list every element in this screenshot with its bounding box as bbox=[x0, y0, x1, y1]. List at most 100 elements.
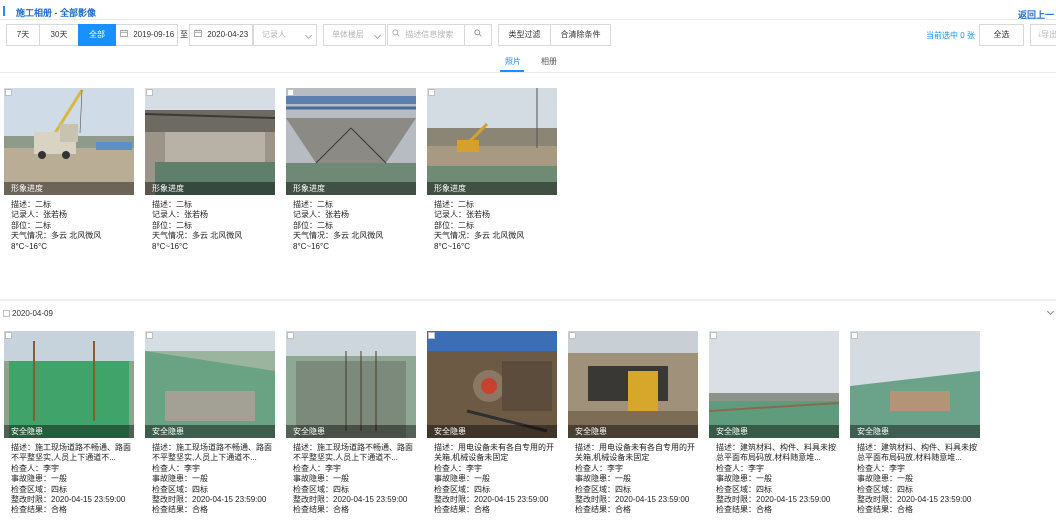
photo-hazard-level: 事故隐患：一般 bbox=[434, 474, 490, 484]
photo-thumbnail[interactable]: 安全隐患 bbox=[709, 331, 839, 438]
type-filter-button[interactable]: 类型过滤 bbox=[498, 24, 551, 46]
photo-description: 描述：用电设备未有各自专用的开关箱,机械设备未固定 bbox=[434, 443, 554, 463]
photo-thumbnail[interactable]: 安全隐患 bbox=[427, 331, 557, 438]
photo-recorder: 记录人：张若杨 bbox=[293, 210, 349, 220]
start-date-picker[interactable]: 2019-09-16 bbox=[116, 24, 178, 46]
photo-checkbox[interactable] bbox=[146, 89, 153, 96]
start-date-value: 2019-09-16 bbox=[133, 30, 175, 40]
photo-temperature: 8°C~16°C bbox=[152, 241, 188, 251]
photo-hazard-level: 事故隐患：一般 bbox=[152, 474, 208, 484]
photo-hazard-level: 事故隐患：一般 bbox=[716, 474, 772, 484]
tab-albums[interactable]: 相册 bbox=[541, 56, 557, 67]
photo-info: 描述：用电设备未有各自专用的开关箱,机械设备未固定 检查人：李宇 事故隐患：一般… bbox=[434, 443, 560, 516]
photo-category-tag: 形象进度 bbox=[145, 182, 275, 195]
photo-deadline: 整改时限：2020-04-15 23:59:00 bbox=[11, 495, 126, 505]
photo-checkbox[interactable] bbox=[428, 332, 435, 339]
search-input[interactable]: 描述信息搜索 bbox=[387, 24, 465, 46]
back-link[interactable]: 返回上一 bbox=[1018, 8, 1054, 21]
group-checkbox[interactable] bbox=[3, 310, 10, 317]
photo-deadline: 整改时限：2020-04-15 23:59:00 bbox=[293, 495, 408, 505]
photo-info: 描述：施工现场道路不畅通、路面不平整坚实,人员上下通道不... 检查人：李宇 事… bbox=[152, 443, 278, 516]
photo-temperature: 8°C~16°C bbox=[293, 241, 329, 251]
photo-thumbnail[interactable]: 安全隐患 bbox=[145, 331, 275, 438]
photo-weather: 天气情况：多云 北风微风 bbox=[293, 231, 384, 241]
photo-thumbnail[interactable]: 形象进度 bbox=[286, 88, 416, 195]
photo-checkbox[interactable] bbox=[428, 89, 435, 96]
photo-thumbnail[interactable]: 形象进度 bbox=[145, 88, 275, 195]
photo-area: 检查区域：四标 bbox=[152, 484, 208, 494]
photo-category-tag: 安全隐患 bbox=[850, 425, 980, 438]
group-date: 2020-04-09 bbox=[12, 309, 53, 318]
tabs-divider bbox=[0, 72, 1056, 73]
photo-description: 描述：二标 bbox=[434, 200, 474, 209]
photo-info: 描述：建筑材料、构件、料具未按总平面布局码放,材料随意堆... 检查人：李宇 事… bbox=[857, 443, 983, 516]
search-button[interactable] bbox=[464, 24, 492, 46]
clear-conditions-button[interactable]: 合清除条件 bbox=[550, 24, 611, 46]
photo-category-tag: 安全隐患 bbox=[568, 425, 698, 438]
calendar-icon bbox=[120, 25, 128, 45]
tab-photos[interactable]: 照片 bbox=[505, 56, 521, 67]
export-button[interactable]: ⤓导出 bbox=[1030, 24, 1056, 46]
photo-info: 描述：施工现场道路不畅通、路面不平整坚实,人员上下通道不... 检查人：李宇 事… bbox=[11, 443, 137, 516]
photo-inspector: 检查人：李宇 bbox=[293, 463, 341, 473]
filter-toolbar: 7天 30天 全部 2019-09-16 至 2020-04-23 记录人 单体… bbox=[0, 24, 1056, 46]
photo-description: 描述：施工现场道路不畅通、路面不平整坚实,人员上下通道不... bbox=[293, 443, 413, 463]
end-date-picker[interactable]: 2020-04-23 bbox=[189, 24, 253, 46]
photo-area: 检查区域：四标 bbox=[11, 484, 67, 494]
photo-result: 检查结果：合格 bbox=[575, 505, 631, 515]
photo-part: 部位：二标 bbox=[152, 220, 192, 230]
photo-checkbox[interactable] bbox=[5, 332, 12, 339]
photo-deadline: 整改时限：2020-04-15 23:59:00 bbox=[857, 495, 972, 505]
photo-category-tag: 安全隐患 bbox=[427, 425, 557, 438]
photo-inspector: 检查人：李宇 bbox=[857, 463, 905, 473]
photo-thumbnail[interactable]: 安全隐患 bbox=[4, 331, 134, 438]
selected-count: 当前选中 0 张 bbox=[926, 31, 975, 40]
photo-part: 部位：二标 bbox=[11, 220, 51, 230]
photo-deadline: 整改时限：2020-04-15 23:59:00 bbox=[716, 495, 831, 505]
photo-hazard-level: 事故隐患：一般 bbox=[575, 474, 631, 484]
photo-temperature: 8°C~16°C bbox=[434, 241, 470, 251]
range-7-days-button[interactable]: 7天 bbox=[6, 24, 40, 46]
photo-result: 检查结果：合格 bbox=[857, 505, 913, 515]
photo-checkbox[interactable] bbox=[851, 332, 858, 339]
photo-area: 检查区域：四标 bbox=[293, 484, 349, 494]
photo-info: 描述：施工现场道路不畅通、路面不平整坚实,人员上下通道不... 检查人：李宇 事… bbox=[293, 443, 419, 516]
recorder-select[interactable]: 记录人 bbox=[253, 24, 317, 46]
photo-category-tag: 形象进度 bbox=[427, 182, 557, 195]
photo-result: 检查结果：合格 bbox=[293, 505, 349, 515]
search-placeholder: 描述信息搜索 bbox=[405, 30, 454, 40]
photo-area: 检查区域：四标 bbox=[716, 484, 772, 494]
photo-description: 描述：用电设备未有各自专用的开关箱,机械设备未固定 bbox=[575, 443, 695, 463]
chevron-down-icon[interactable] bbox=[1046, 307, 1055, 316]
photo-inspector: 检查人：李宇 bbox=[11, 463, 59, 473]
floor-select[interactable]: 单体楼层 bbox=[323, 24, 386, 46]
photo-thumbnail[interactable]: 形象进度 bbox=[427, 88, 557, 195]
photo-description: 描述：二标 bbox=[152, 200, 192, 209]
photo-thumbnail[interactable]: 安全隐患 bbox=[850, 331, 980, 438]
photo-thumbnail[interactable]: 安全隐患 bbox=[286, 331, 416, 438]
photo-category-tag: 安全隐患 bbox=[286, 425, 416, 438]
date-group-header[interactable]: 2020-04-09 bbox=[0, 300, 1056, 324]
photo-weather: 天气情况：多云 北风微风 bbox=[152, 231, 243, 241]
photo-description: 描述：建筑材料、构件、料具未按总平面布局码放,材料随意堆... bbox=[716, 443, 836, 463]
select-all-button[interactable]: 全选 bbox=[979, 24, 1024, 46]
photo-info: 描述：用电设备未有各自专用的开关箱,机械设备未固定 检查人：李宇 事故隐患：一般… bbox=[575, 443, 701, 516]
range-30-days-button[interactable]: 30天 bbox=[39, 24, 79, 46]
photo-info: 描述：二标 记录人：张若杨 部位：二标 天气情况：多云 北风微风 8°C~16°… bbox=[11, 200, 137, 252]
photo-checkbox[interactable] bbox=[569, 332, 576, 339]
photo-checkbox[interactable] bbox=[287, 89, 294, 96]
export-label: 导出 bbox=[1041, 30, 1056, 40]
photo-inspector: 检查人：李宇 bbox=[716, 463, 764, 473]
photo-checkbox[interactable] bbox=[5, 89, 12, 96]
photo-info: 描述：二标 记录人：张若杨 部位：二标 天气情况：多云 北风微风 8°C~16°… bbox=[293, 200, 419, 252]
photo-hazard-level: 事故隐患：一般 bbox=[857, 474, 913, 484]
page-title: 施工相册 - 全部影像 bbox=[16, 8, 96, 18]
photo-thumbnail[interactable]: 安全隐患 bbox=[568, 331, 698, 438]
photo-checkbox[interactable] bbox=[287, 332, 294, 339]
range-all-button[interactable]: 全部 bbox=[78, 24, 116, 46]
photo-recorder: 记录人：张若杨 bbox=[434, 210, 490, 220]
photo-checkbox[interactable] bbox=[146, 332, 153, 339]
photo-checkbox[interactable] bbox=[710, 332, 717, 339]
title-bar: 施工相册 - 全部影像 返回上一 bbox=[0, 0, 1056, 20]
photo-thumbnail[interactable]: 形象进度 bbox=[4, 88, 134, 195]
